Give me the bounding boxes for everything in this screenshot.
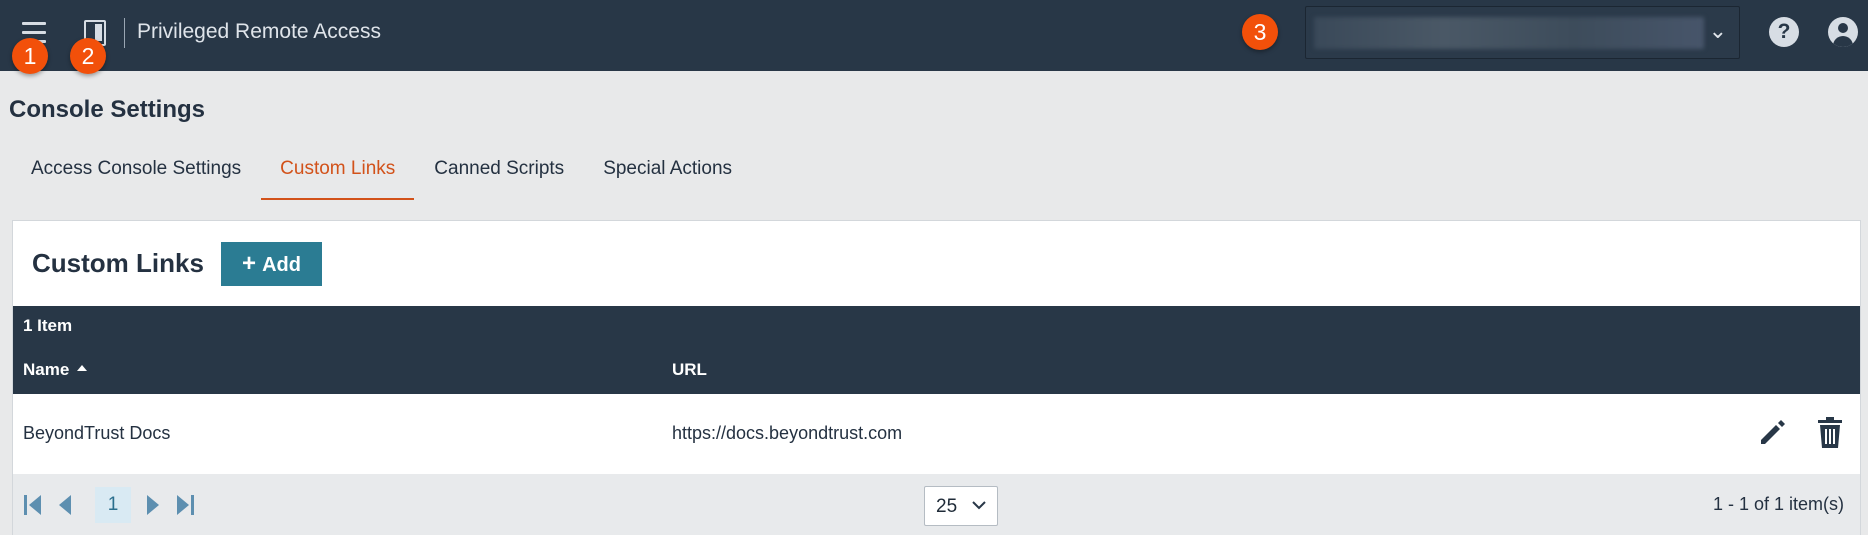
settings-tabs: Access Console Settings Custom Links Can… [12, 150, 752, 200]
app-title: Privileged Remote Access [137, 20, 381, 43]
pagination-bar: 1 25 1 - 1 of 1 item(s) [13, 474, 1860, 535]
link-name-cell: BeyondTrust Docs [23, 423, 171, 443]
callout-marker: 2 [70, 38, 106, 74]
tab-special-actions[interactable]: Special Actions [584, 150, 751, 200]
panel-title: Custom Links [32, 248, 204, 278]
tenant-value-redacted [1314, 17, 1704, 49]
page-size-select[interactable]: 25 [924, 486, 998, 526]
tab-access-console-settings[interactable]: Access Console Settings [12, 150, 260, 200]
grid-header: 1 Item Name URL [13, 306, 1860, 394]
add-button[interactable]: + Add [221, 242, 322, 286]
chevron-down-icon [972, 501, 986, 510]
chevron-down-icon: ⌄ [1708, 18, 1727, 43]
column-name-label: Name [23, 360, 70, 379]
edit-pencil-icon[interactable] [1755, 416, 1789, 450]
add-button-label: Add [262, 254, 301, 276]
tab-custom-links[interactable]: Custom Links [261, 150, 415, 200]
last-page-icon[interactable] [173, 493, 197, 517]
previous-page-icon[interactable] [53, 493, 77, 517]
plus-icon: + [242, 250, 257, 277]
top-bar: Privileged Remote Access ⌄ ? [0, 0, 1868, 71]
page-title: Console Settings [9, 96, 206, 123]
item-count: 1 Item [23, 316, 73, 335]
callout-marker: 3 [1242, 14, 1278, 50]
trash-icon[interactable] [1815, 416, 1845, 450]
link-url-cell: https://docs.beyondtrust.com [672, 423, 903, 443]
divider [124, 18, 125, 48]
item-range: 1 - 1 of 1 item(s) [1712, 494, 1844, 514]
callout-marker: 1 [12, 38, 48, 74]
tab-canned-scripts[interactable]: Canned Scripts [415, 150, 583, 200]
user-account-icon[interactable] [1828, 17, 1858, 47]
custom-links-panel: Custom Links + Add 1 Item Name URL Beyond… [12, 220, 1861, 535]
first-page-icon[interactable] [21, 493, 45, 517]
column-header-url[interactable]: URL [672, 360, 707, 380]
current-page[interactable]: 1 [95, 487, 131, 523]
sort-ascending-icon [77, 365, 88, 371]
page-size-value: 25 [936, 496, 958, 517]
column-header-name[interactable]: Name [23, 360, 88, 380]
tenant-select[interactable]: ⌄ [1305, 6, 1740, 59]
help-icon[interactable]: ? [1769, 17, 1799, 47]
next-page-icon[interactable] [141, 493, 165, 517]
table-row[interactable]: BeyondTrust Docs https://docs.beyondtrus… [13, 394, 1860, 474]
